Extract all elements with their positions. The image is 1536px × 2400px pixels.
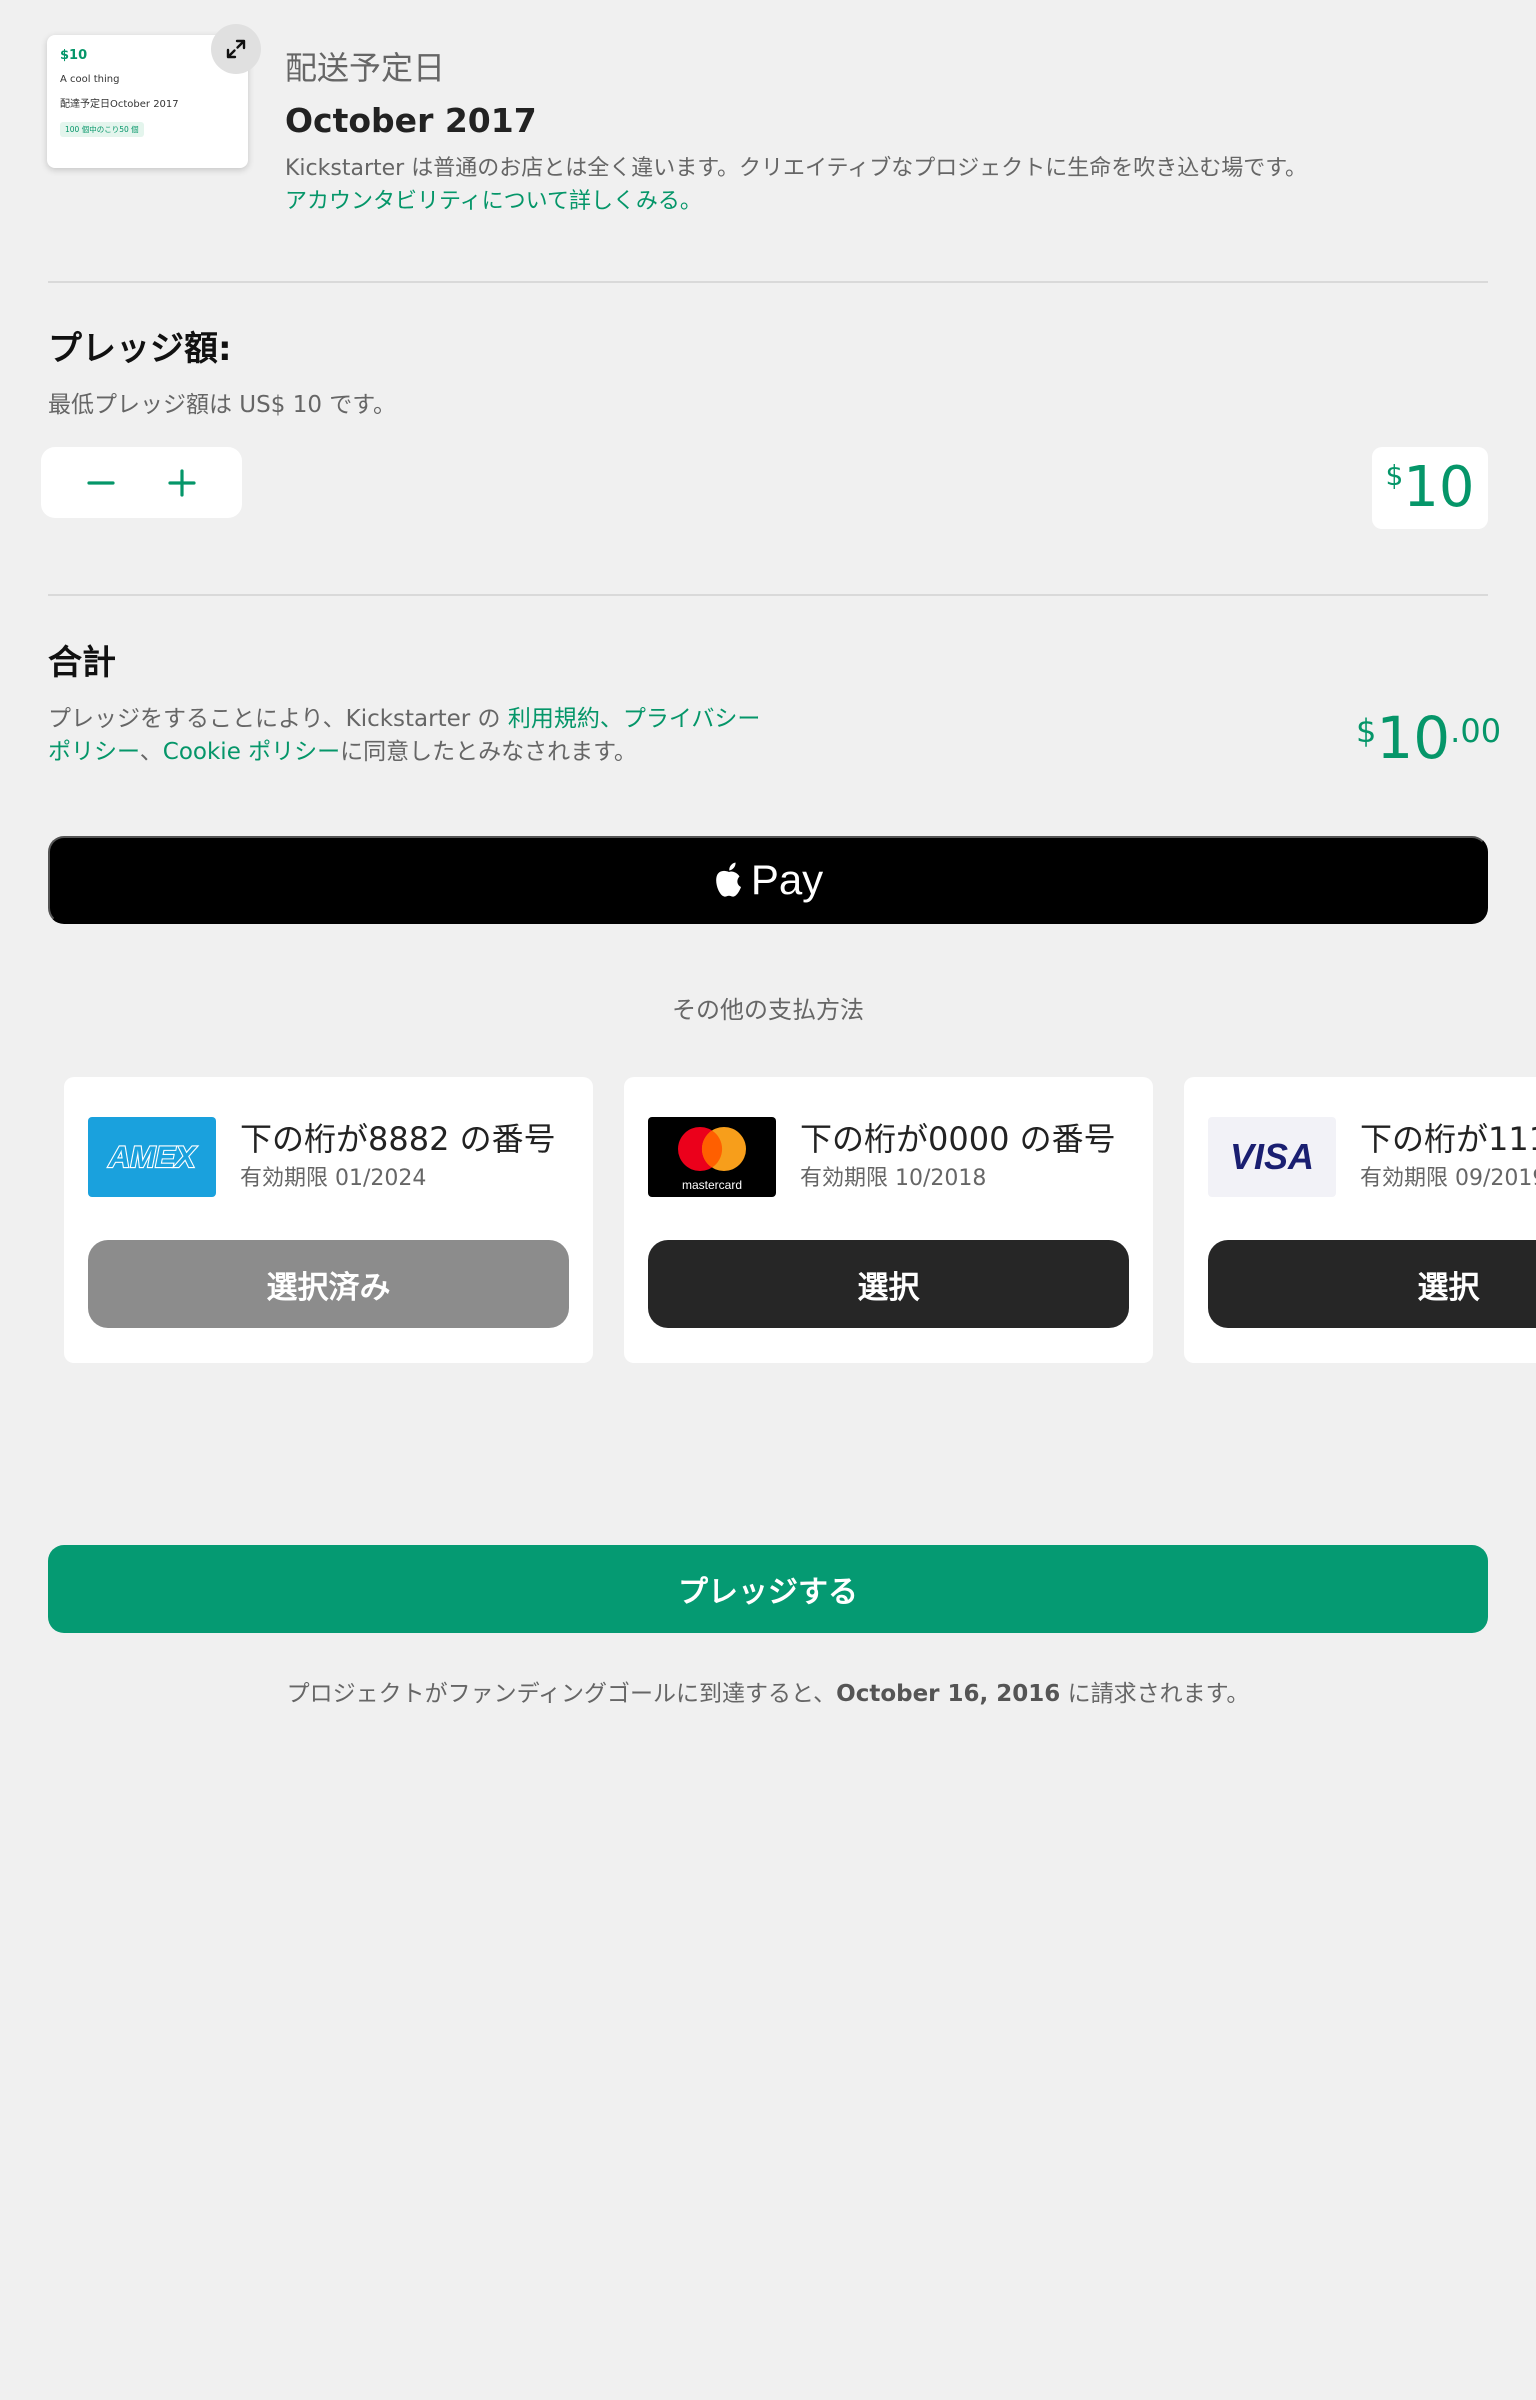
amex-logo-icon: AMEX bbox=[107, 1140, 199, 1175]
divider bbox=[48, 594, 1488, 596]
apple-pay-label: Pay bbox=[750, 856, 824, 903]
total-title: 合計 bbox=[48, 643, 116, 683]
pledge-stepper bbox=[41, 447, 242, 518]
pledge-amount-title: プレッジ額: bbox=[48, 329, 232, 369]
payment-card-visa[interactable]: VISA 下の桁が1111 の番号 有効期限 09/2019 選択 bbox=[1184, 1077, 1536, 1363]
apple-pay-button[interactable]: Pay bbox=[48, 836, 1488, 924]
terms-separator: 、 bbox=[139, 739, 163, 765]
card-number: 下の桁が0000 の番号 bbox=[800, 1120, 1116, 1158]
shipping-label: 配送予定日 bbox=[285, 49, 446, 87]
reward-amount: $10 bbox=[60, 48, 88, 63]
accountability-link[interactable]: アカウンタビリティについて詳しくみる。 bbox=[285, 186, 702, 218]
visa-logo-icon: VISA bbox=[1230, 1136, 1314, 1177]
charge-note-prefix: プロジェクトがファンディングゴールに到達すると、 bbox=[286, 1681, 837, 1707]
plus-icon bbox=[168, 468, 196, 497]
apple-logo-icon bbox=[715, 862, 741, 897]
reward-shipping: 配達予定日October 2017 bbox=[60, 99, 179, 110]
card-expiry: 有効期限 10/2018 bbox=[800, 1166, 987, 1191]
expand-icon bbox=[226, 39, 246, 59]
total-currency: $ bbox=[1356, 712, 1377, 750]
cookie-policy-link[interactable]: Cookie ポリシー bbox=[163, 739, 340, 765]
shipping-date: October 2017 bbox=[285, 101, 537, 140]
mastercard-logo: mastercard bbox=[648, 1117, 776, 1197]
pledge-value: 10 bbox=[1403, 455, 1475, 520]
reward-title: A cool thing bbox=[60, 74, 120, 85]
kickstarter-note: Kickstarter は普通のお店とは全く違います。クリエイティブなプロジェク… bbox=[285, 156, 1308, 181]
total-amount: $ 10 .00 bbox=[1356, 700, 1501, 776]
mastercard-logo-icon: mastercard bbox=[678, 1127, 746, 1192]
divider bbox=[48, 281, 1488, 283]
pledge-amount-input[interactable]: $ 10 bbox=[1372, 447, 1488, 529]
card-select-button[interactable]: 選択 bbox=[648, 1240, 1129, 1328]
charge-date-note: プロジェクトがファンディングゴールに到達すると、October 16, 2016… bbox=[0, 1677, 1536, 1711]
payment-card-mastercard[interactable]: mastercard 下の桁が0000 の番号 有効期限 10/2018 選択 bbox=[624, 1077, 1153, 1363]
terms-prefix: プレッジをすることにより、Kickstarter の bbox=[48, 706, 508, 732]
svg-text:AMEX: AMEX bbox=[108, 1141, 198, 1174]
total-decimal: .00 bbox=[1450, 712, 1502, 750]
terms-separator: 、 bbox=[599, 706, 623, 732]
minimum-pledge-note: 最低プレッジ額は US$ 10 です。 bbox=[48, 392, 396, 418]
expand-button[interactable] bbox=[211, 24, 261, 74]
svg-text:mastercard: mastercard bbox=[682, 1178, 742, 1192]
card-expiry: 有効期限 01/2024 bbox=[240, 1166, 427, 1191]
card-select-button[interactable]: 選択 bbox=[1208, 1240, 1536, 1328]
pledge-screen: $10 A cool thing 配達予定日October 2017 100 個… bbox=[0, 0, 1536, 2400]
card-number: 下の桁が1111 の番号 bbox=[1360, 1120, 1536, 1158]
charge-note-suffix: に請求されます。 bbox=[1060, 1681, 1250, 1707]
payment-card-carousel[interactable]: AMEX 下の桁が8882 の番号 有効期限 01/2024 選択済み mast… bbox=[0, 1077, 1536, 1363]
card-expiry: 有効期限 09/2019 bbox=[1360, 1166, 1536, 1191]
charge-date: October 16, 2016 bbox=[836, 1681, 1061, 1707]
card-selected-button[interactable]: 選択済み bbox=[88, 1240, 569, 1328]
svg-text:VISA: VISA bbox=[1230, 1136, 1314, 1177]
terms-of-use-link[interactable]: 利用規約 bbox=[508, 706, 600, 732]
reward-remaining-badge: 100 個中のこり50 個 bbox=[60, 122, 144, 137]
card-number: 下の桁が8882 の番号 bbox=[240, 1120, 556, 1158]
minus-icon bbox=[87, 480, 115, 485]
amex-logo: AMEX bbox=[88, 1117, 216, 1197]
terms-text: プレッジをすることにより、Kickstarter の 利用規約、プライバシーポリ… bbox=[48, 703, 768, 769]
payment-card-amex[interactable]: AMEX 下の桁が8882 の番号 有効期限 01/2024 選択済み bbox=[64, 1077, 593, 1363]
decrement-button[interactable] bbox=[71, 453, 131, 513]
pledge-button[interactable]: プレッジする bbox=[48, 1545, 1488, 1633]
other-payment-methods-label: その他の支払方法 bbox=[672, 996, 864, 1024]
visa-logo: VISA bbox=[1208, 1117, 1336, 1197]
total-integer: 10 bbox=[1376, 704, 1451, 772]
terms-suffix: に同意したとみなされます。 bbox=[340, 739, 637, 765]
pledge-currency: $ bbox=[1385, 459, 1404, 492]
increment-button[interactable] bbox=[152, 453, 212, 513]
